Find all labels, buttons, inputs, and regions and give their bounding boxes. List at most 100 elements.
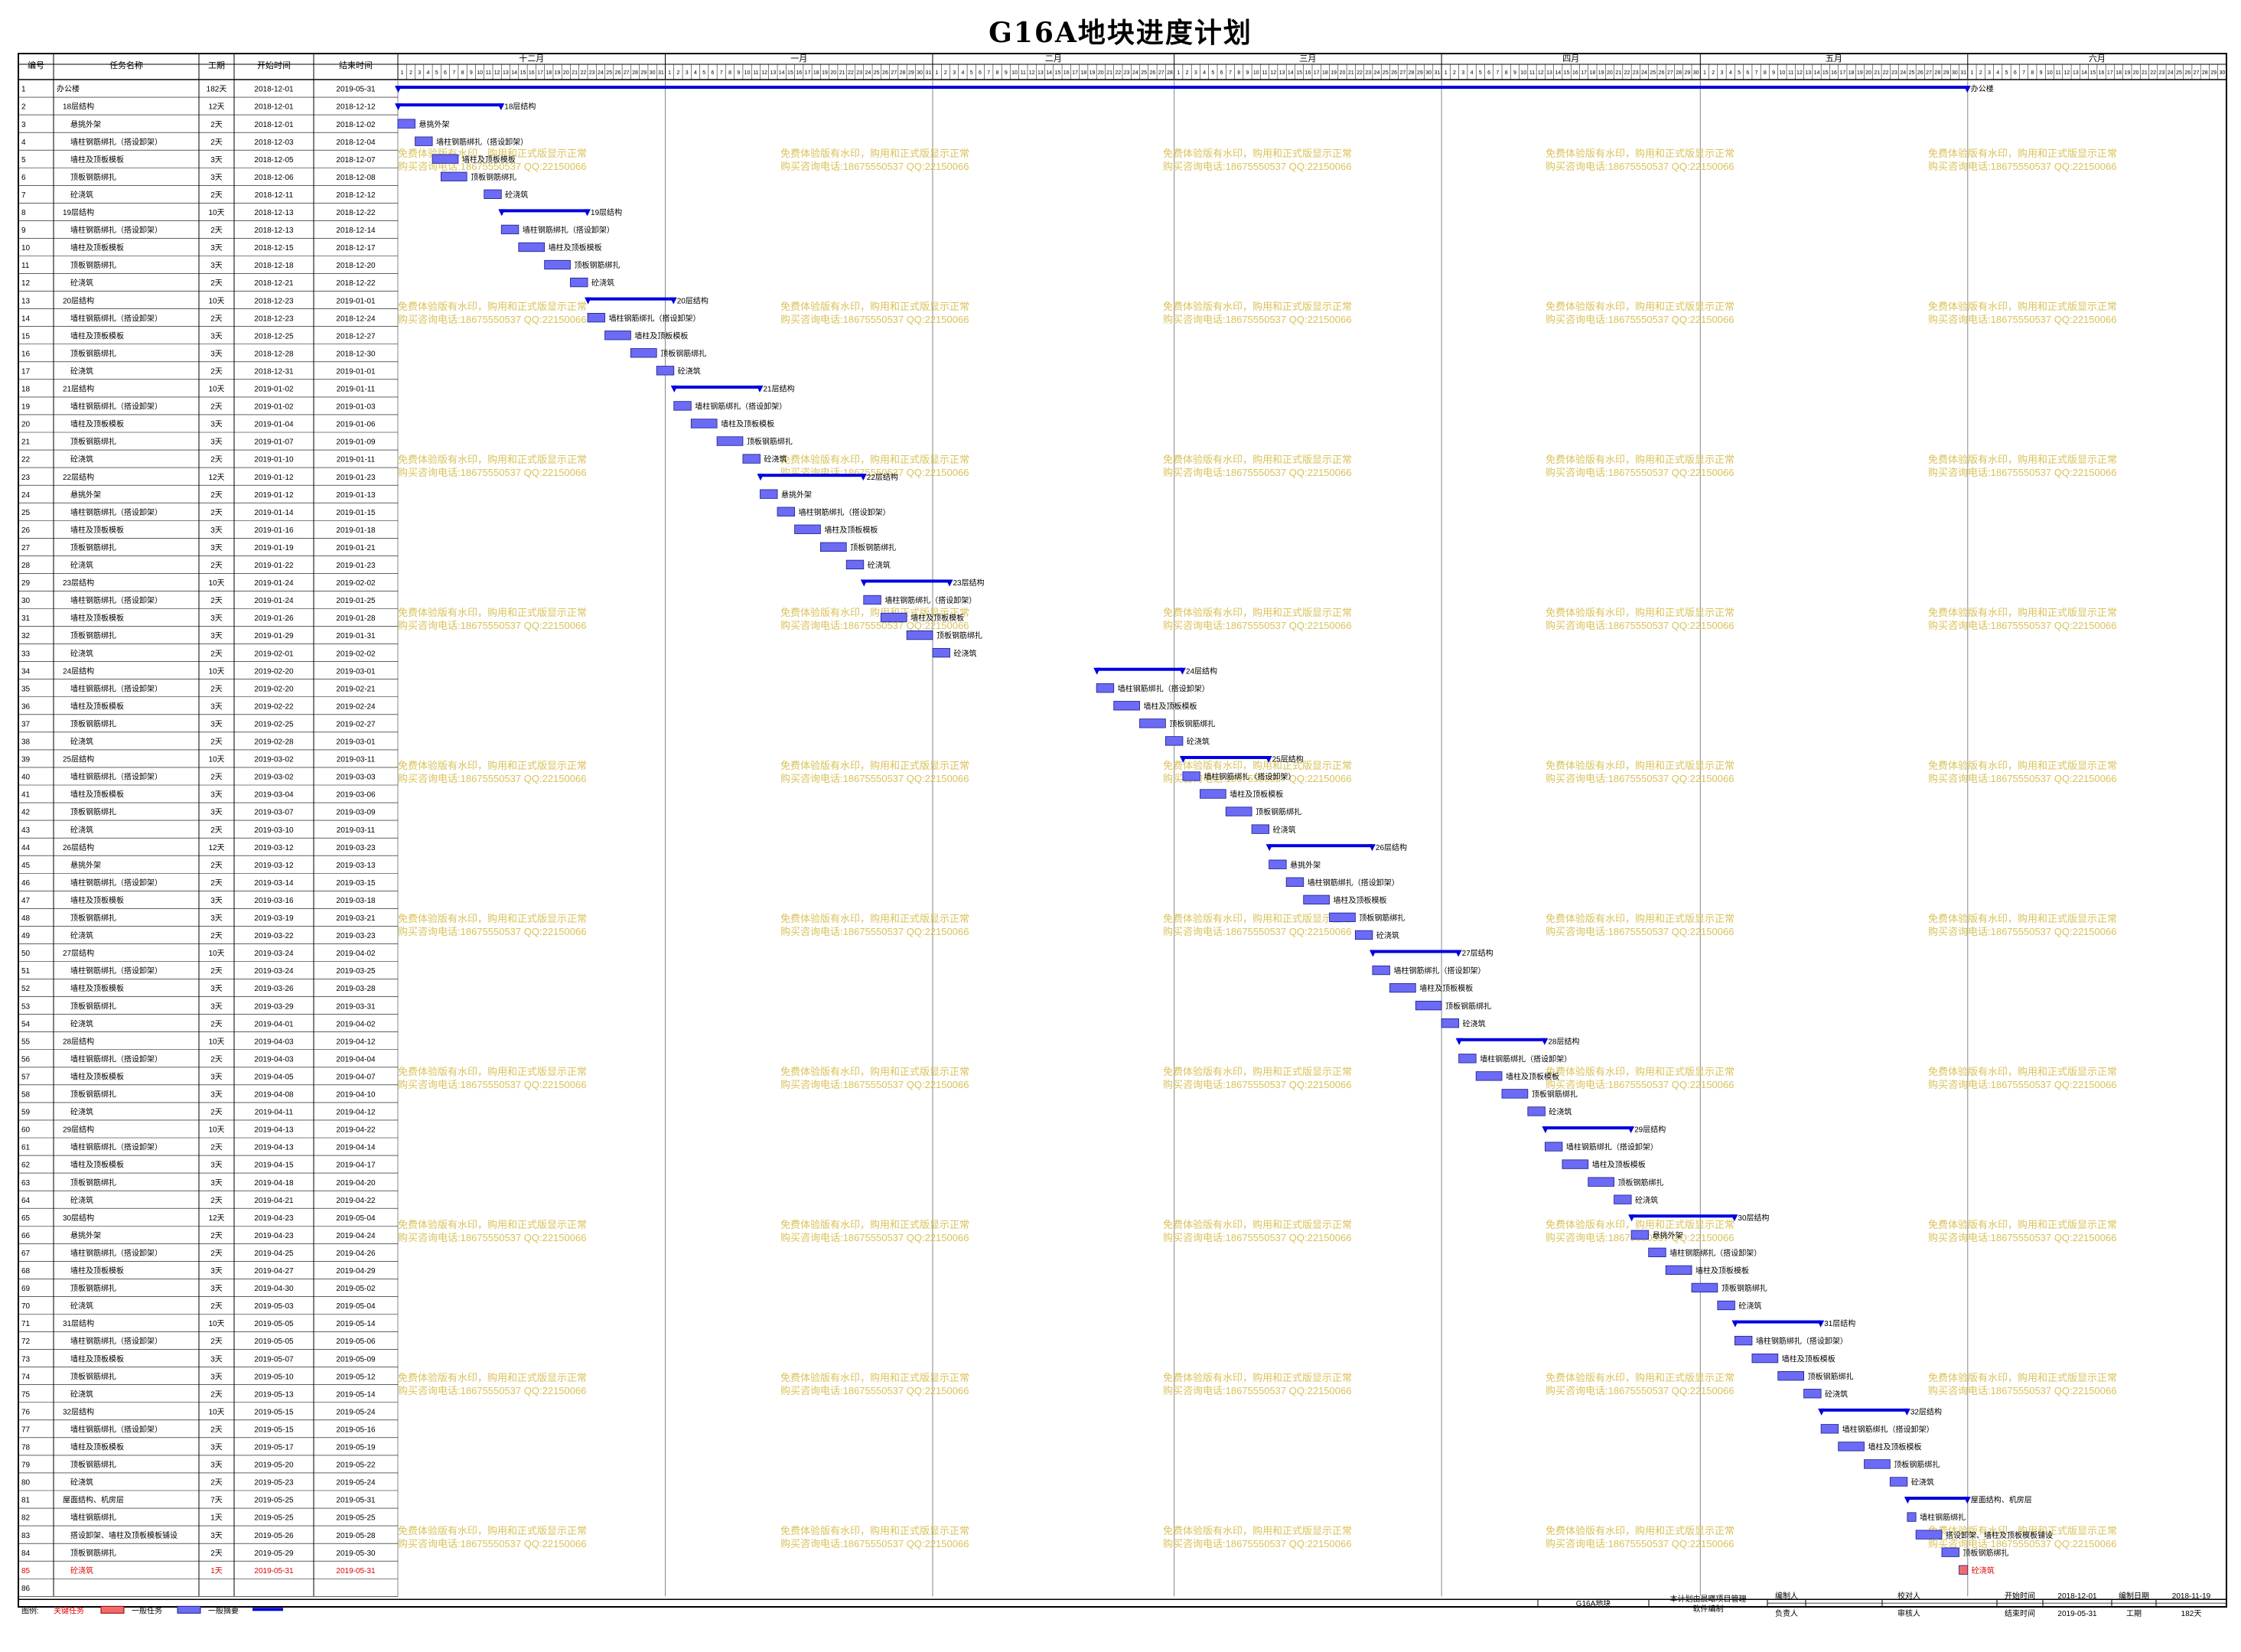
task-end: 2019-05-09 (336, 1355, 376, 1364)
task-id: 86 (21, 1585, 31, 1593)
task-start: 2019-04-23 (254, 1214, 294, 1223)
day-label: 12 (494, 70, 500, 76)
day-label: 27 (1158, 70, 1164, 76)
task-duration: 2天 (210, 879, 223, 888)
column-header: 结束时间 (339, 60, 373, 70)
task-bar (1303, 894, 1330, 904)
day-label: 7 (1496, 70, 1499, 76)
task-duration: 3天 (210, 350, 223, 358)
watermark-line2: 购买咨询电话:18675550537 QQ:22150066 (1163, 1385, 1351, 1396)
task-bar-label: 墙柱钢筋绑扎（搭设卸架） (523, 225, 614, 235)
day-label: 9 (1772, 70, 1775, 76)
day-label: 20 (1865, 70, 1871, 76)
summary-bar-label: 24层结构 (1186, 666, 1217, 676)
day-label: 26 (615, 70, 621, 76)
task-id: 1 (21, 86, 26, 94)
task-bar-label: 墙柱钢筋绑扎（搭设卸架） (1756, 1336, 1848, 1346)
task-id: 85 (21, 1567, 31, 1575)
watermark-line2: 购买咨询电话:18675550537 QQ:22150066 (1163, 926, 1351, 937)
task-end: 2019-03-01 (336, 738, 376, 747)
task-bar-label: 砼浇筑 (1911, 1478, 1934, 1487)
task-bar-label: 墙柱及顶板模板 (1782, 1354, 1835, 1364)
task-start: 2019-01-12 (254, 491, 294, 500)
watermark-line1: 免费体验版有水印，购用和正式版显示正常 (1163, 1372, 1352, 1383)
day-label: 23 (856, 70, 862, 76)
legend-normal-swatch (177, 1605, 201, 1614)
task-start: 2019-05-31 (254, 1567, 294, 1575)
task-duration: 3天 (210, 1373, 223, 1381)
task-duration: 3天 (210, 1285, 223, 1293)
task-duration: 2天 (210, 491, 223, 500)
day-label: 11 (1788, 70, 1793, 76)
task-bar-label: 墙柱钢筋绑扎（搭设卸架） (436, 137, 528, 147)
summary-bar-end-cap (1963, 1497, 1971, 1504)
day-label: 31 (925, 70, 931, 76)
task-end: 2019-01-11 (337, 386, 376, 394)
task-end: 2019-04-12 (336, 1109, 376, 1117)
task-end: 2019-01-01 (336, 297, 376, 305)
watermark-line2: 购买咨询电话:18675550537 QQ:22150066 (1546, 926, 1734, 937)
task-bar (1838, 1442, 1865, 1452)
task-end: 2018-12-20 (336, 262, 376, 270)
task-start: 2019-04-11 (255, 1109, 294, 1117)
watermark-line2: 购买咨询电话:18675550537 QQ:22150066 (1928, 1385, 2116, 1396)
watermark-line2: 购买咨询电话:18675550537 QQ:22150066 (1928, 620, 2116, 631)
day-label: 11 (2056, 70, 2061, 76)
task-name: 墙柱钢筋绑扎（搭设卸架） (70, 313, 162, 323)
day-label: 5 (1211, 70, 1214, 76)
day-label: 18 (1322, 70, 1328, 76)
task-id: 52 (21, 985, 31, 993)
day-label: 9 (1513, 70, 1516, 76)
task-start: 2018-12-01 (254, 86, 294, 94)
task-start: 2018-12-01 (254, 103, 294, 112)
task-duration: 3天 (210, 332, 223, 341)
watermark-line2: 购买咨询电话:18675550537 QQ:22150066 (398, 1538, 586, 1549)
day-label: 6 (1220, 70, 1223, 76)
day-label: 6 (444, 70, 447, 76)
task-end: 2019-05-14 (336, 1320, 376, 1328)
task-start: 2019-03-16 (254, 897, 294, 905)
task-start: 2019-04-21 (254, 1197, 294, 1205)
watermark-line2: 购买咨询电话:18675550537 QQ:22150066 (1163, 1538, 1351, 1549)
task-start: 2018-12-23 (254, 314, 294, 323)
day-label: 19 (555, 70, 561, 76)
day-label: 16 (1305, 70, 1311, 76)
task-name: 28层结构 (63, 1036, 94, 1046)
task-bar-label: 砼浇筑 (1972, 1566, 1995, 1575)
task-id: 83 (21, 1532, 31, 1540)
task-id: 20 (21, 421, 31, 429)
summary-bar-end-cap (584, 209, 591, 217)
task-start: 2018-12-18 (254, 262, 294, 270)
task-end: 2019-02-02 (336, 579, 376, 588)
task-end: 2019-01-03 (336, 403, 376, 412)
task-bar (1665, 1265, 1692, 1276)
task-end: 2019-05-04 (336, 1214, 376, 1223)
task-start: 2018-12-15 (254, 244, 294, 253)
task-duration: 10天 (208, 950, 224, 958)
task-end: 2019-02-02 (336, 650, 376, 658)
task-bar (1354, 930, 1373, 940)
day-label: 17 (1839, 70, 1845, 76)
task-bar-label: 墙柱及顶板模板 (910, 613, 964, 623)
task-end: 2019-03-23 (336, 844, 376, 852)
summary-bar (1907, 1497, 1968, 1500)
task-duration: 3天 (210, 1162, 223, 1170)
task-duration: 10天 (208, 1320, 224, 1328)
day-label: 17 (1314, 70, 1320, 76)
task-name: 墙柱及顶板模板 (70, 895, 124, 905)
task-end: 2019-04-22 (336, 1197, 376, 1205)
watermark-line1: 免费体验版有水印，购用和正式版显示正常 (1163, 913, 1352, 924)
task-bar-label: 砼浇筑 (1463, 1018, 1486, 1028)
day-label: 27 (1667, 70, 1673, 76)
watermark-line2: 购买咨询电话:18675550537 QQ:22150066 (398, 1385, 586, 1396)
summary-bar-label: 30层结构 (1738, 1213, 1769, 1223)
task-id: 47 (21, 897, 31, 905)
day-label: 10 (1253, 70, 1259, 76)
task-end: 2019-05-30 (336, 1549, 376, 1558)
day-label: 25 (2176, 70, 2182, 76)
summary-bar-end-cap (1541, 1038, 1549, 1045)
day-label: 8 (2031, 70, 2034, 76)
day-label: 20 (1098, 70, 1104, 76)
watermark-line1: 免费体验版有水印，购用和正式版显示正常 (1163, 607, 1352, 618)
task-start: 2018-12-11 (255, 191, 294, 200)
